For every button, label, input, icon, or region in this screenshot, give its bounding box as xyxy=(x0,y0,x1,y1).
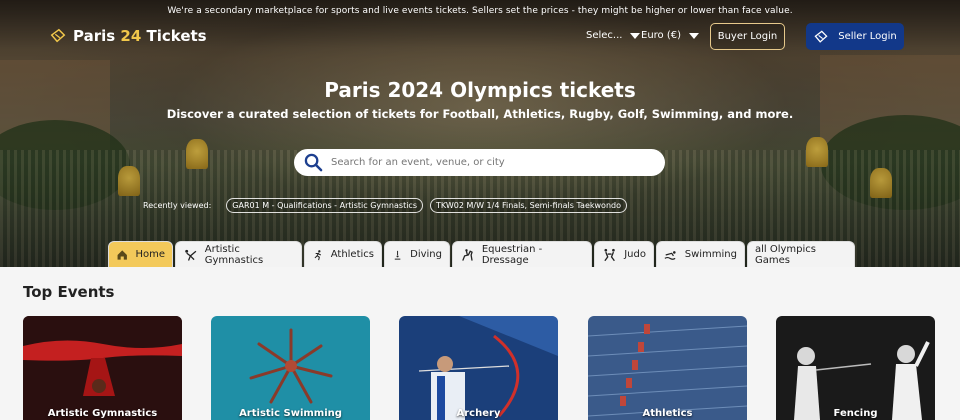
language-select[interactable]: Selec... xyxy=(586,30,641,41)
search-icon[interactable] xyxy=(304,153,323,172)
seller-login-button[interactable]: Seller Login xyxy=(806,23,904,50)
brand-part3: Tickets xyxy=(141,27,207,45)
tab-label: Artistic Gymnastics xyxy=(204,243,264,266)
hero-banner: We're a secondary marketplace for sports… xyxy=(0,0,960,267)
tab-label: Swimming xyxy=(684,249,737,260)
horse-icon xyxy=(462,248,473,261)
ticket-icon xyxy=(814,30,828,43)
runner-icon xyxy=(314,249,322,260)
tab-equestrian-dressage[interactable]: Equestrian - Dressage xyxy=(452,241,592,267)
event-card-fencing[interactable]: Fencing xyxy=(776,316,935,420)
chevron-down-icon xyxy=(689,32,700,39)
language-label: Selec... xyxy=(586,30,623,41)
tab-label: Judo xyxy=(624,249,646,260)
tab-label: Equestrian - Dressage xyxy=(481,243,543,266)
tab-swimming[interactable]: Swimming xyxy=(656,241,745,267)
section-title: Top Events xyxy=(23,283,115,301)
tab-label: Diving xyxy=(410,249,442,260)
synchronized-swimmers-image xyxy=(211,316,370,420)
home-icon xyxy=(117,249,127,260)
page-title: Paris 2024 Olympics tickets xyxy=(324,78,636,102)
brand-highlight: 24 xyxy=(120,27,142,45)
tab-judo[interactable]: Judo xyxy=(594,241,654,267)
event-card-artistic-gymnastics[interactable]: Artistic Gymnastics xyxy=(23,316,182,420)
tab-label: Athletics xyxy=(330,249,374,260)
top-events-section: Top Events Artistic Gymnastics Artistic … xyxy=(0,267,960,420)
chevron-down-icon xyxy=(630,32,641,39)
currency-label: Euro (€) xyxy=(641,30,682,41)
card-label: Archery xyxy=(456,408,501,419)
page-subtitle: Discover a curated selection of tickets … xyxy=(166,107,794,121)
event-card-archery[interactable]: Archery xyxy=(399,316,558,420)
ticket-icon xyxy=(50,28,66,43)
gymnastics-icon xyxy=(185,249,197,261)
recently-viewed-label: Recently viewed: xyxy=(143,201,212,210)
search-input[interactable] xyxy=(331,157,665,168)
tab-label: all Olympics Games xyxy=(755,243,817,266)
tab-all-olympics-games[interactable]: all Olympics Games xyxy=(747,241,855,267)
buyer-login-button[interactable]: Buyer Login xyxy=(710,23,785,50)
tab-diving[interactable]: Diving xyxy=(384,241,450,267)
card-label: Artistic Swimming xyxy=(239,408,342,419)
sport-tabs: Home Artistic Gymnastics Athletics Divin… xyxy=(108,241,855,267)
tab-label: Home xyxy=(135,249,165,260)
archer-image xyxy=(399,316,558,420)
judo-icon xyxy=(604,248,615,261)
brand-part1: Paris xyxy=(73,27,121,45)
diving-icon xyxy=(394,250,401,260)
tab-athletics[interactable]: Athletics xyxy=(304,241,382,267)
recently-viewed: Recently viewed: GAR01 M - Qualification… xyxy=(143,198,627,213)
card-label: Athletics xyxy=(642,408,693,419)
recent-item[interactable]: GAR01 M - Qualifications - Artistic Gymn… xyxy=(226,198,423,213)
card-label: Fencing xyxy=(833,408,878,419)
sprinters-image xyxy=(588,316,747,420)
event-card-artistic-swimming[interactable]: Artistic Swimming xyxy=(211,316,370,420)
swimmer-icon xyxy=(664,250,676,260)
buyer-login-label: Buyer Login xyxy=(717,31,778,42)
seller-login-label: Seller Login xyxy=(838,31,897,42)
tab-artistic-gymnastics[interactable]: Artistic Gymnastics xyxy=(175,241,302,267)
gymnast-image xyxy=(23,316,182,420)
site-logo[interactable]: Paris 24 Tickets xyxy=(49,27,207,45)
fencers-image xyxy=(776,316,935,420)
event-card-athletics[interactable]: Athletics xyxy=(588,316,747,420)
recent-item[interactable]: TKW02 M/W 1/4 Finals, Semi-finals Taekwo… xyxy=(430,198,627,213)
search-bar[interactable] xyxy=(294,149,665,176)
card-label: Artistic Gymnastics xyxy=(47,408,158,419)
tab-home[interactable]: Home xyxy=(108,241,173,267)
marketplace-notice: We're a secondary marketplace for sports… xyxy=(167,6,793,16)
currency-select[interactable]: Euro (€) xyxy=(641,30,700,41)
